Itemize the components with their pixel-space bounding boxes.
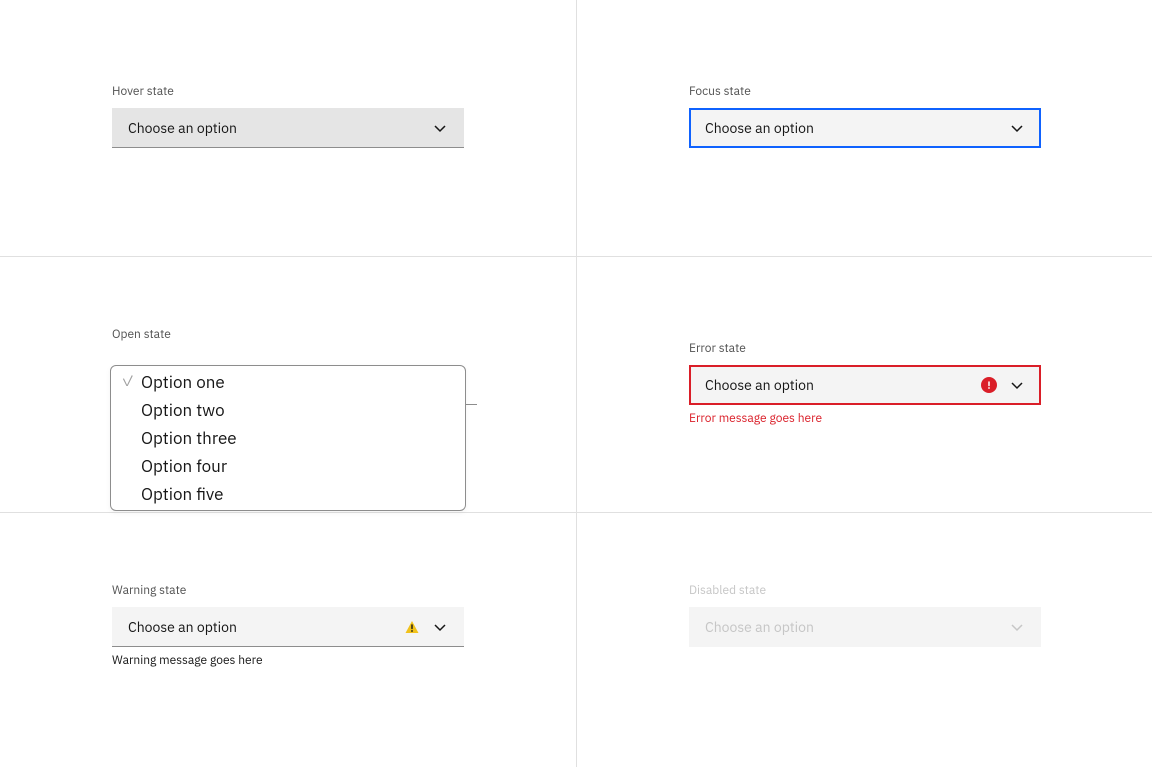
warning-dropdown[interactable]: Choose an option bbox=[112, 607, 464, 647]
menu-item-label: Option two bbox=[141, 398, 225, 422]
open-state-label: Open state bbox=[112, 327, 536, 343]
chevron-down-icon bbox=[432, 619, 448, 635]
check-icon: ✓ bbox=[121, 370, 135, 394]
disabled-dropdown-text: Choose an option bbox=[705, 618, 814, 636]
disabled-dropdown: Choose an option bbox=[689, 607, 1041, 647]
focus-dropdown[interactable]: Choose an option bbox=[689, 108, 1041, 148]
warning-dropdown-text: Choose an option bbox=[128, 618, 237, 636]
warning-helper-text: Warning message goes here bbox=[112, 653, 536, 669]
menu-item-label: Option one bbox=[141, 370, 225, 394]
dropdown-underline bbox=[465, 404, 477, 405]
warning-state-label: Warning state bbox=[112, 583, 536, 599]
menu-item-option-three[interactable]: ✓ Option three bbox=[111, 424, 465, 452]
focus-state-label: Focus state bbox=[689, 84, 1112, 100]
error-dropdown-text: Choose an option bbox=[705, 376, 814, 394]
open-dropdown-menu[interactable]: ✓ Option one ✓ Option two ✓ Option three… bbox=[110, 365, 466, 511]
menu-item-label: Option four bbox=[141, 454, 227, 478]
menu-item-option-five[interactable]: ✓ Option five bbox=[111, 480, 465, 508]
menu-item-option-one[interactable]: ✓ Option one bbox=[111, 368, 465, 396]
disabled-state-label: Disabled state bbox=[689, 583, 1112, 599]
menu-item-option-two[interactable]: ✓ Option two bbox=[111, 396, 465, 424]
error-helper-text: Error message goes here bbox=[689, 411, 1112, 427]
chevron-down-icon bbox=[1009, 619, 1025, 635]
hover-state-label: Hover state bbox=[112, 84, 536, 100]
menu-item-option-four[interactable]: ✓ Option four bbox=[111, 452, 465, 480]
chevron-down-icon bbox=[1009, 120, 1025, 136]
warning-icon bbox=[404, 619, 420, 635]
focus-dropdown-text: Choose an option bbox=[705, 119, 814, 137]
error-icon bbox=[981, 377, 997, 393]
menu-item-label: Option three bbox=[141, 426, 237, 450]
chevron-down-icon bbox=[432, 120, 448, 136]
menu-item-label: Option five bbox=[141, 482, 223, 506]
hover-dropdown[interactable]: Choose an option bbox=[112, 108, 464, 148]
error-dropdown[interactable]: Choose an option bbox=[689, 365, 1041, 405]
error-state-label: Error state bbox=[689, 341, 1112, 357]
chevron-down-icon bbox=[1009, 377, 1025, 393]
hover-dropdown-text: Choose an option bbox=[128, 119, 237, 137]
